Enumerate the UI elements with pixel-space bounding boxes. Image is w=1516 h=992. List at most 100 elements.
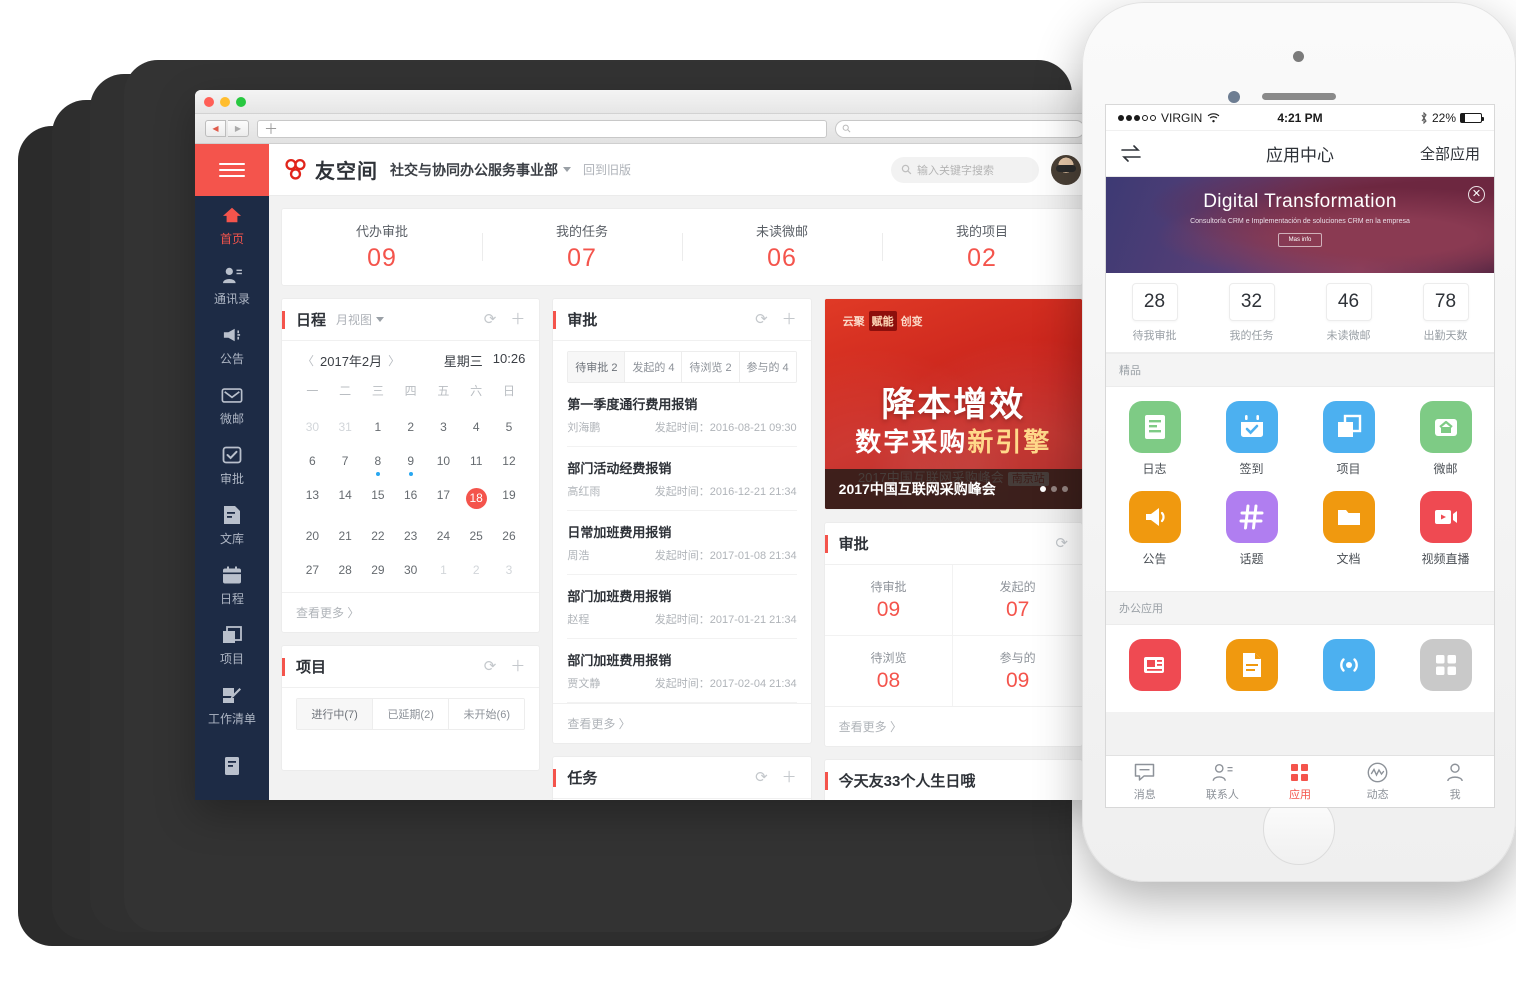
calendar-day[interactable]: 9 [394,449,427,476]
calendar-day[interactable]: 1 [362,415,395,439]
tab-pending-approval[interactable]: 待审批 2 [568,352,626,382]
view-more-link[interactable]: 查看更多 〉 [282,592,540,632]
refresh-icon[interactable]: ⟳ [1055,536,1068,551]
refresh-icon[interactable]: ⟳ [755,770,768,785]
calendar-view-selector[interactable]: 月视图 [336,311,385,328]
calendar-day[interactable]: 17 [427,483,460,514]
calendar-day[interactable]: 8 [362,449,395,476]
calendar-day[interactable]: 2 [460,558,493,582]
sidebar-item-home[interactable]: 首页 [195,196,269,256]
app-checkin[interactable]: 签到 [1203,401,1300,477]
stat-unread-mail[interactable]: 未读微邮 06 [682,221,882,273]
calendar-day[interactable]: 4 [460,415,493,439]
app-project[interactable]: 项目 [1300,401,1397,477]
window-close-button[interactable] [204,96,214,107]
calendar-day[interactable]: 26 [493,524,526,548]
tab-apps[interactable]: 应用 [1261,762,1339,802]
address-bar[interactable]: ＋ [257,119,827,139]
browser-search-input[interactable] [835,119,1085,138]
calendar-day[interactable]: 31 [329,415,362,439]
app-document[interactable]: 文档 [1300,491,1397,567]
tab-initiated[interactable]: 发起的 4 [625,352,683,382]
app-more[interactable] [1397,639,1494,698]
calendar-day[interactable]: 27 [296,558,329,582]
calendar-day-today[interactable]: 18 [460,483,493,514]
close-circle-icon[interactable]: ✕ [1468,186,1485,203]
calendar-day[interactable]: 10 [427,449,460,473]
approval-list-item[interactable]: 部门加班费用报销 贾文静 发起时间：2017-02-04 21:34 [567,639,797,703]
phone-stat-my-tasks[interactable]: 32 我的任务 [1203,283,1300,343]
brand-logo[interactable]: 友空间 [283,155,378,184]
sidebar-item-contacts[interactable]: 通讯录 [195,256,269,316]
sidebar-item-announcement[interactable]: 公告 [195,316,269,376]
phone-stat-attendance-days[interactable]: 78 出勤天数 [1397,283,1494,343]
next-month-icon[interactable]: 〉 [382,352,406,369]
app-topic[interactable]: 话题 [1203,491,1300,567]
plus-icon[interactable]: ＋ [510,659,525,674]
calendar-day[interactable]: 28 [329,558,362,582]
app-live-video[interactable]: 视频直播 [1397,491,1494,567]
stat-pending-approval[interactable]: 代办审批 09 [282,221,482,273]
tab-in-progress[interactable]: 进行中(7) [297,699,374,729]
phone-stat-unread-mail[interactable]: 46 未读微邮 [1300,283,1397,343]
refresh-icon[interactable]: ⟳ [484,659,497,674]
calendar-day[interactable]: 19 [493,483,526,514]
plus-icon[interactable]: ＋ [782,770,797,785]
tab-participated[interactable]: 参与的 4 [739,352,796,382]
calendar-day[interactable]: 5 [493,415,526,439]
new-tab-icon[interactable]: ＋ [264,119,278,139]
calendar-day[interactable]: 3 [493,558,526,582]
approval-stat-review[interactable]: 待浏览 08 [825,636,954,706]
approval-list-item[interactable]: 日常加班费用报销 周浩 发起时间：2017-01-08 21:34 [567,511,797,575]
promo-banner[interactable]: 云聚 赋能 创变 降本增效 数字采购新引擎 2017中国互联网采购峰会 [824,299,1082,509]
sidebar-item-approval[interactable]: 审批 [195,436,269,496]
calendar-day[interactable]: 11 [460,449,493,473]
calendar-day[interactable]: 22 [362,524,395,548]
approval-list-item[interactable]: 第一季度通行费用报销 刘海鹏 发起时间：2016-08-21 09:30 [567,383,797,447]
tab-not-started[interactable]: 未开始(6) [449,699,525,729]
sidebar-item-library[interactable]: 文库 [195,496,269,556]
promo-banner-card[interactable]: 云聚 赋能 创变 降本增效 数字采购新引擎 2017中国互联网采购峰会 [823,298,1083,510]
tab-to-review[interactable]: 待浏览 2 [682,352,740,382]
back-icon[interactable]: ◀ [205,120,226,137]
stat-my-projects[interactable]: 我的项目 02 [882,221,1082,273]
app-news[interactable] [1106,639,1203,698]
window-minimize-button[interactable] [220,96,230,107]
sidebar-item-extra[interactable] [195,736,269,796]
phone-stat-pending-approval[interactable]: 28 待我审批 [1106,283,1203,343]
plus-icon[interactable]: ＋ [782,312,797,327]
calendar-day[interactable]: 16 [394,483,427,514]
approval-stat-pending[interactable]: 待审批 09 [824,565,954,636]
tab-activity[interactable]: 动态 [1339,762,1417,802]
calendar-day[interactable]: 24 [427,524,460,548]
calendar-day[interactable]: 13 [296,483,329,514]
sidebar-item-worklist[interactable]: 工作清单 [195,676,269,736]
calendar-day[interactable]: 21 [329,524,362,548]
app-mail[interactable]: 微邮 [1397,401,1494,477]
refresh-icon[interactable]: ⟳ [755,312,768,327]
calendar-day[interactable]: 29 [362,558,395,582]
old-version-link[interactable]: 回到旧版 [583,161,631,178]
calendar-day[interactable]: 7 [329,449,362,473]
all-apps-button[interactable]: 全部应用 [1420,143,1480,164]
app-journal[interactable]: 日志 [1106,401,1203,477]
calendar-day[interactable]: 23 [394,524,427,548]
tab-messages[interactable]: 消息 [1106,762,1184,802]
avatar[interactable] [1051,154,1081,185]
calendar-day[interactable]: 6 [296,449,329,473]
hamburger-menu-button[interactable] [195,144,269,196]
carousel-dots[interactable] [1039,486,1068,492]
calendar-day[interactable]: 30 [296,415,329,439]
tab-contacts[interactable]: 联系人 [1184,762,1262,802]
banner-cta-button[interactable]: Mas info [1277,233,1323,247]
forward-icon[interactable]: ▶ [228,120,249,137]
calendar-day[interactable]: 30 [394,558,427,582]
app-file[interactable] [1203,639,1300,698]
calendar-day[interactable]: 15 [362,483,395,514]
department-selector[interactable]: 社交与协同办公服务事业部 [390,160,571,180]
tab-delayed[interactable]: 已延期(2) [373,699,450,729]
sidebar-item-schedule[interactable]: 日程 [195,556,269,616]
prev-month-icon[interactable]: 〈 [296,352,320,369]
tab-profile[interactable]: 我 [1416,762,1494,802]
stat-my-tasks[interactable]: 我的任务 07 [482,221,682,273]
